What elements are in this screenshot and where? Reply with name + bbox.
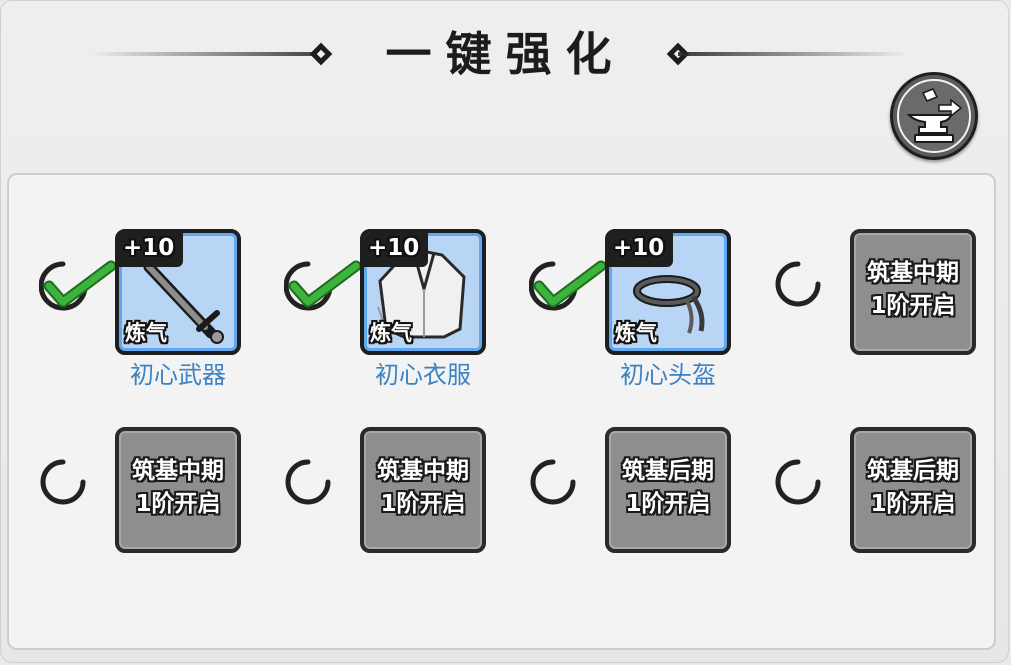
- equipment-tile[interactable]: +10 炼气: [115, 229, 241, 355]
- unlock-requirement: 筑基后期 1阶开启: [854, 455, 972, 521]
- anvil-hammer-icon: [897, 79, 971, 153]
- empty-circle-icon: [775, 261, 821, 307]
- equipment-tile[interactable]: +10 炼气: [605, 229, 731, 355]
- unlock-stage: 1阶开启: [380, 491, 466, 517]
- checkmark-icon: [39, 260, 117, 311]
- locked-tile: 筑基后期 1阶开启: [850, 427, 976, 553]
- unlock-stage: 1阶开启: [870, 491, 956, 517]
- slot-radio[interactable]: [284, 458, 332, 506]
- checkmark-icon: [284, 260, 362, 311]
- enhance-level: +10: [368, 235, 420, 261]
- realm-label: 炼气: [615, 321, 657, 345]
- realm-label: 炼气: [125, 321, 167, 345]
- unlock-requirement: 筑基中期 1阶开启: [364, 455, 482, 521]
- unlock-realm: 筑基后期: [622, 458, 714, 484]
- slot-locked: 筑基后期 1阶开启: [503, 427, 743, 597]
- locked-tile: 筑基后期 1阶开启: [605, 427, 731, 553]
- unlock-realm: 筑基后期: [867, 458, 959, 484]
- slot-locked: 筑基中期 1阶开启: [13, 427, 253, 597]
- slot-radio[interactable]: [39, 458, 87, 506]
- slot-locked: 筑基中期 1阶开启: [258, 427, 498, 597]
- slot-radio[interactable]: [774, 260, 822, 308]
- title-bar: 一键强化: [0, 22, 1011, 86]
- slot-checkbox[interactable]: [39, 260, 117, 311]
- locked-tile: 筑基中期 1阶开启: [115, 427, 241, 553]
- unlock-stage: 1阶开启: [625, 491, 711, 517]
- enhance-level: +10: [123, 235, 175, 261]
- slot-armor[interactable]: +10 炼气 初心衣服: [258, 229, 498, 399]
- realm-label: 炼气: [370, 321, 412, 345]
- item-name: 初心衣服: [375, 361, 471, 389]
- checkmark-icon: [529, 260, 607, 311]
- unlock-stage: 1阶开启: [135, 491, 221, 517]
- locked-tile: 筑基中期 1阶开启: [850, 229, 976, 355]
- empty-circle-icon: [40, 459, 86, 505]
- slot-checkbox[interactable]: [529, 260, 607, 311]
- slot-locked: 筑基中期 1阶开启: [748, 229, 988, 399]
- slot-checkbox[interactable]: [284, 260, 362, 311]
- unlock-requirement: 筑基中期 1阶开启: [854, 257, 972, 323]
- slot-radio[interactable]: [774, 458, 822, 506]
- slot-radio[interactable]: [529, 458, 577, 506]
- enhance-level: +10: [613, 235, 665, 261]
- locked-tile: 筑基中期 1阶开启: [360, 427, 486, 553]
- unlock-realm: 筑基中期: [867, 260, 959, 286]
- unlock-requirement: 筑基后期 1阶开启: [609, 455, 727, 521]
- empty-circle-icon: [775, 459, 821, 505]
- item-name: 初心头盔: [620, 361, 716, 389]
- slot-helmet[interactable]: +10 炼气 初心头盔: [503, 229, 743, 399]
- unlock-realm: 筑基中期: [377, 458, 469, 484]
- item-name: 初心武器: [130, 361, 226, 389]
- one-click-enhance-button[interactable]: [890, 72, 978, 160]
- equipment-panel: +10 炼气 初心武器 +10 炼气 初心衣服 +10 炼气 初心头盔 筑基中期…: [7, 173, 996, 650]
- slot-locked: 筑基后期 1阶开启: [748, 427, 988, 597]
- empty-circle-icon: [285, 459, 331, 505]
- title-brush-right: [678, 52, 908, 56]
- empty-circle-icon: [530, 459, 576, 505]
- equipment-tile[interactable]: +10 炼气: [360, 229, 486, 355]
- slot-weapon[interactable]: +10 炼气 初心武器: [13, 229, 253, 399]
- unlock-requirement: 筑基中期 1阶开启: [119, 455, 237, 521]
- unlock-realm: 筑基中期: [132, 458, 224, 484]
- unlock-stage: 1阶开启: [870, 293, 956, 319]
